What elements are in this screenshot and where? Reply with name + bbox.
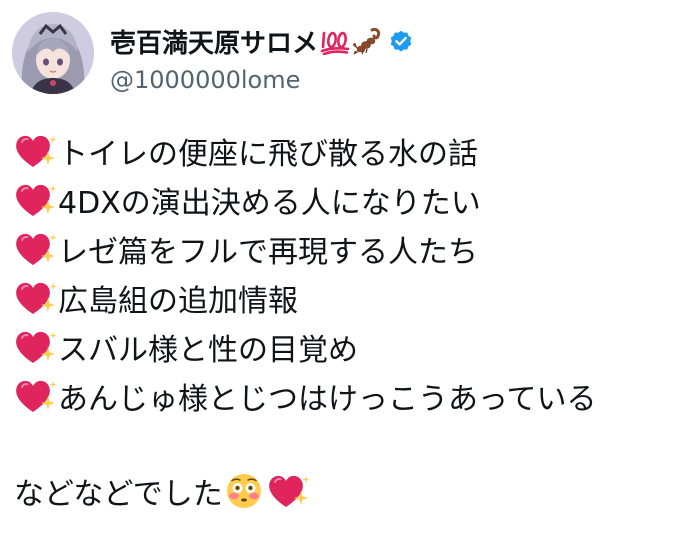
name-row: 壱百満天原サロメ — [110, 23, 414, 60]
hundred-points-icon — [320, 27, 350, 56]
sparkling-heart-icon — [14, 231, 58, 267]
sparkling-heart-icon — [14, 133, 58, 169]
outro-text: などなどでした — [14, 476, 223, 512]
list-item: レゼ篇をフルで再現する人たち — [14, 224, 680, 273]
list-item: 広島組の追加情報 — [14, 273, 680, 322]
display-name[interactable]: 壱百満天原サロメ — [110, 23, 318, 60]
list-item: 4DXの演出決める人になりたい — [14, 175, 680, 224]
sparkling-heart-icon — [14, 378, 58, 414]
sparkling-heart-icon — [14, 329, 58, 365]
tweet-text: トイレの便座に飛び散る水の話 4DXの演出決める人になりたい レゼ篇をフルで再現… — [14, 126, 680, 515]
list-item-text: 4DXの演出決める人になりたい — [58, 185, 481, 221]
user-handle[interactable]: @1000000lome — [110, 66, 300, 94]
list-item-text: 広島組の追加情報 — [58, 283, 298, 319]
flushed-face-icon — [225, 472, 263, 510]
list-item: あんじゅ様とじつはけっこうあっている — [14, 371, 680, 420]
verified-badge-icon[interactable] — [388, 28, 414, 54]
scorpion-icon — [352, 26, 382, 56]
list-item: スバル様と性の目覚め — [14, 322, 680, 371]
sparkling-heart-icon — [14, 280, 58, 316]
sparkling-heart-icon — [14, 182, 58, 218]
list-item: トイレの便座に飛び散る水の話 — [14, 126, 680, 175]
avatar-image — [12, 12, 94, 94]
list-item-text: あんじゅ様とじつはけっこうあっている — [58, 381, 597, 417]
list-item-text: トイレの便座に飛び散る水の話 — [58, 136, 478, 172]
outro-line: などなどでした — [14, 466, 680, 515]
list-item-text: レゼ篇をフルで再現する人たち — [58, 234, 478, 270]
tweet-header: 壱百満天原サロメ @1000000lome — [12, 12, 672, 98]
avatar[interactable] — [12, 12, 94, 94]
sparkling-heart-icon — [267, 473, 311, 509]
list-item-text: スバル様と性の目覚め — [58, 332, 358, 368]
